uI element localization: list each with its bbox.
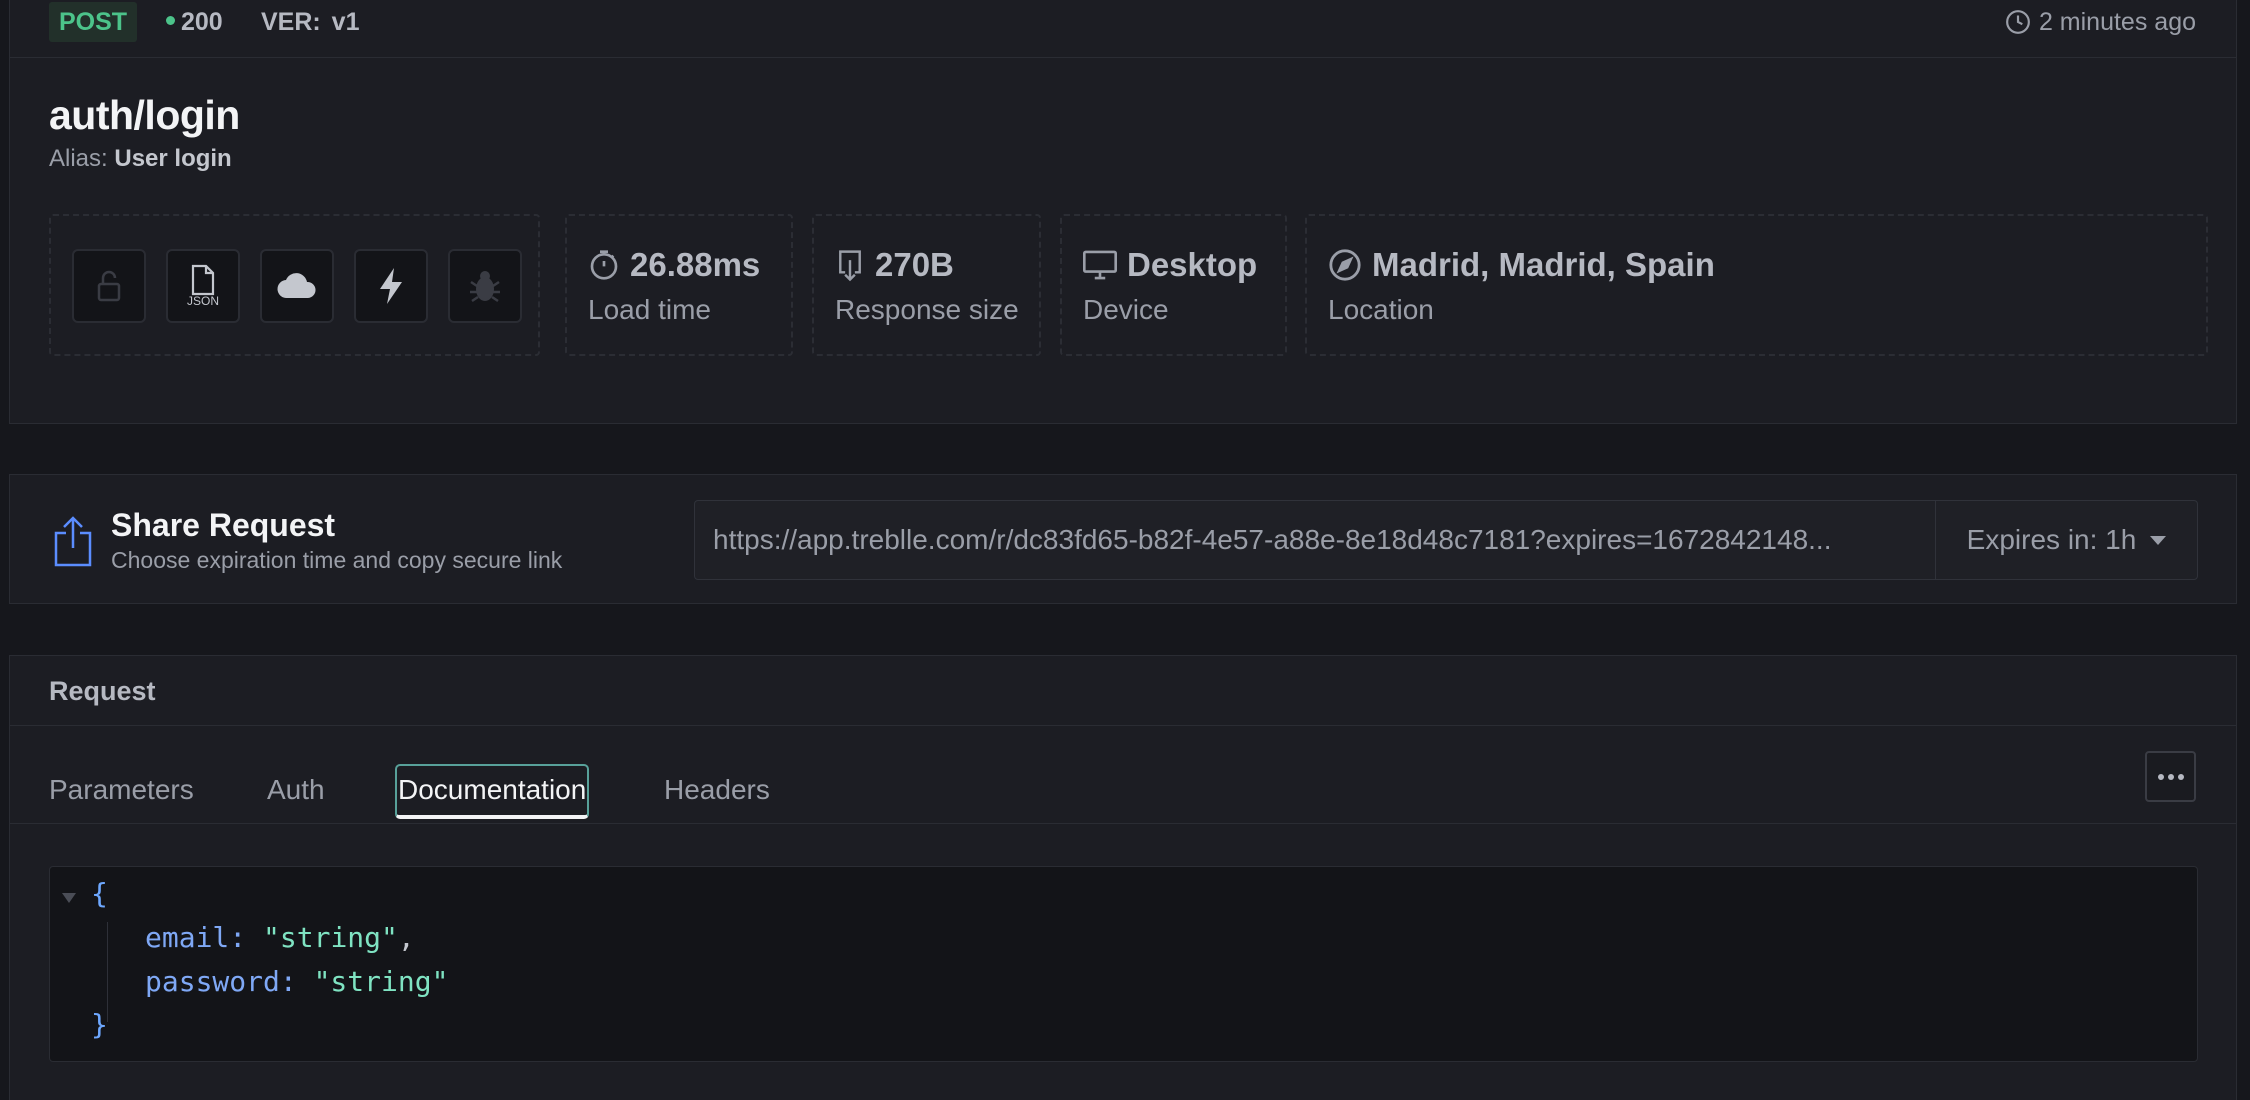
tab-headers[interactable]: Headers [664, 764, 770, 819]
request-summary-panel: POST 200 VER: v1 2 minutes ago auth/logi… [9, 0, 2237, 424]
stopwatch-icon [590, 250, 618, 280]
device-label: Device [1083, 294, 1169, 325]
api-version: VER: v1 [261, 8, 360, 36]
endpoint-title: auth/login [49, 92, 240, 138]
share-title: Share Request [111, 507, 336, 543]
json-file-icon[interactable]: JSON [166, 249, 240, 323]
load-time-card: 26.88ms Load time [565, 214, 793, 356]
share-url-field[interactable]: https://app.treblle.com/r/dc83fd65-b82f-… [695, 501, 1935, 579]
load-time-value: 26.88ms [588, 246, 760, 284]
status-code: 200 [166, 2, 223, 42]
response-size-card: 270B Response size [812, 214, 1041, 356]
location-card: Madrid, Madrid, Spain Location [1305, 214, 2208, 356]
tab-parameters[interactable]: Parameters [49, 764, 194, 819]
code-comma: , [397, 921, 415, 954]
code-close-brace: } [91, 1008, 108, 1041]
location-value: Madrid, Madrid, Spain [1328, 246, 1715, 284]
request-meta-bar: POST 200 VER: v1 2 minutes ago [10, 0, 2236, 58]
code-line-password: password: "string" [145, 965, 448, 998]
expires-label: Expires in: 1h [1966, 524, 2137, 555]
device-card: Desktop Device [1060, 214, 1287, 356]
lightning-icon[interactable] [354, 249, 428, 323]
location-text: Madrid, Madrid, Spain [1372, 246, 1715, 283]
request-panel: Request Parameters Auth Documentation He… [9, 655, 2237, 1100]
ellipsis-dot [2167, 773, 2174, 780]
code-colon: : [229, 921, 264, 954]
bug-icon[interactable] [448, 249, 522, 323]
share-link-box: https://app.treblle.com/r/dc83fd65-b82f-… [694, 500, 2198, 580]
share-subtitle: Choose expiration time and copy secure l… [111, 547, 563, 573]
code-value: "string" [313, 965, 449, 998]
code-key: password [145, 965, 280, 998]
device-text: Desktop [1127, 246, 1258, 283]
feature-icons-card: JSON [49, 214, 540, 356]
tab-auth[interactable]: Auth [267, 764, 325, 819]
cloud-icon[interactable] [260, 249, 334, 323]
code-line-email: email: "string", [145, 921, 415, 954]
compass-icon [1329, 249, 1361, 281]
expires-select[interactable]: Expires in: 1h [1935, 501, 2197, 579]
collapse-arrow-icon[interactable] [62, 893, 76, 903]
tab-documentation[interactable]: Documentation [395, 764, 590, 819]
code-open-brace: { [91, 877, 108, 910]
response-size-text: 270B [875, 246, 954, 283]
clock-icon [2006, 10, 2030, 34]
location-label: Location [1328, 294, 1434, 325]
alias-label: Alias: [49, 145, 108, 172]
lock-icon[interactable] [72, 249, 146, 323]
ellipsis-icon [2157, 773, 2164, 780]
monitor-icon [1083, 250, 1117, 280]
endpoint-alias: Alias: User login [49, 145, 232, 173]
json-label: JSON [186, 294, 219, 308]
download-icon [839, 250, 861, 282]
code-colon: : [279, 965, 314, 998]
json-code-viewer: { email: "string", password: "string" } [49, 866, 2198, 1062]
response-size-value: 270B [835, 246, 954, 284]
status-code-text: 200 [181, 8, 223, 36]
device-value: Desktop [1083, 246, 1257, 284]
share-upload-icon [54, 516, 92, 567]
time-ago-text: 2 minutes ago [2038, 8, 2196, 36]
load-time-label: Load time [588, 294, 711, 325]
load-time-text: 26.88ms [630, 246, 761, 283]
response-size-label: Response size [835, 294, 1019, 325]
share-request-panel: Share Request Choose expiration time and… [9, 474, 2237, 604]
code-value: "string" [263, 921, 398, 954]
ellipsis-dot [2177, 773, 2184, 780]
request-heading: Request [49, 676, 156, 706]
http-method-badge: POST [49, 2, 138, 42]
request-tabs: Parameters Auth Documentation Headers [10, 726, 2236, 824]
indent-guide [107, 922, 108, 1022]
more-options-button[interactable] [2145, 751, 2196, 802]
request-heading-bar: Request [10, 656, 2236, 726]
code-key: email [145, 921, 230, 954]
request-timestamp: 2 minutes ago [2005, 2, 2196, 42]
chevron-down-icon [2150, 535, 2167, 545]
alias-value: User login [114, 145, 232, 172]
status-dot-icon [166, 15, 175, 25]
